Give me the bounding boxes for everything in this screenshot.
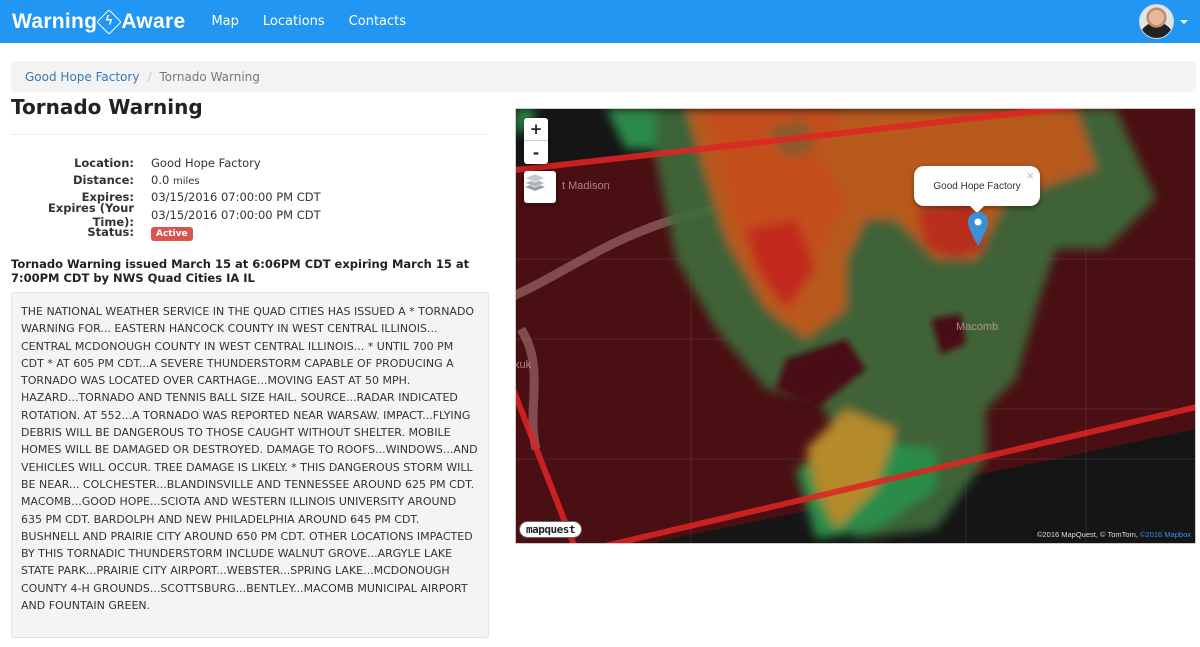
- location-popup: Good Hope Factory ×: [914, 166, 1040, 213]
- map-label-macomb: Macomb: [956, 321, 999, 333]
- status-label: Status:: [87, 225, 134, 240]
- nav-contacts[interactable]: Contacts: [349, 14, 406, 29]
- caret-down-icon[interactable]: [1180, 19, 1188, 24]
- map-label-keokuk: kuk: [515, 359, 532, 371]
- detail-distance: Distance: 0.0 miles: [11, 171, 481, 188]
- map-label-fort-madison: t Madison: [562, 180, 610, 192]
- lightning-bolt-icon: ϟ: [96, 8, 123, 35]
- detail-expires-local: Expires (Your Time): 03/15/2016 07:00:00…: [11, 201, 481, 229]
- breadcrumb-current: Tornado Warning: [159, 69, 260, 84]
- detail-location: Location: Good Hope Factory: [11, 154, 481, 171]
- page-title: Tornado Warning: [11, 95, 203, 119]
- brand-logo[interactable]: Warning ϟ Aware: [12, 8, 186, 35]
- brand-text-aware: Aware: [121, 9, 186, 33]
- avatar[interactable]: [1139, 4, 1174, 39]
- user-menu[interactable]: [1139, 4, 1188, 39]
- distance-number: 0.0: [151, 173, 170, 188]
- mapquest-logo[interactable]: mapquest: [519, 521, 582, 538]
- alert-details: Location: Good Hope Factory Distance: 0.…: [11, 154, 481, 242]
- zoom-in-button[interactable]: +: [524, 118, 548, 141]
- location-value: Good Hope Factory: [151, 155, 261, 170]
- breadcrumb-separator: /: [147, 69, 152, 84]
- popup-close-button[interactable]: ×: [1026, 168, 1034, 183]
- detail-status: Status: Active: [11, 224, 481, 242]
- brand-text-warning: Warning: [12, 9, 98, 33]
- breadcrumb: Good Hope Factory / Tornado Warning: [11, 61, 1196, 92]
- alert-headline: Tornado Warning issued March 15 at 6:06P…: [11, 257, 470, 285]
- expires-local-value: 03/15/2016 07:00:00 PM CDT: [151, 207, 321, 222]
- alert-body: THE NATIONAL WEATHER SERVICE IN THE QUAD…: [11, 292, 489, 638]
- radar-map[interactable]: t Madison Macomb kuk + - Good Hope Facto…: [515, 108, 1196, 544]
- radar-layer: [516, 109, 1195, 543]
- status-badge: Active: [151, 227, 193, 242]
- expires-value: 03/15/2016 07:00:00 PM CDT: [151, 190, 321, 205]
- nav-locations[interactable]: Locations: [263, 14, 325, 29]
- distance-value: 0.0 miles: [151, 173, 200, 187]
- popup-text: Good Hope Factory: [933, 180, 1021, 192]
- distance-unit: miles: [172, 176, 200, 188]
- status-value: Active: [151, 225, 193, 242]
- attribution-text: ©2016 MapQuest, © TomTom,: [1036, 530, 1141, 539]
- layers-button[interactable]: [524, 171, 556, 203]
- map-attribution: ©2016 MapQuest, © TomTom, ©2016 Mapbox: [1037, 530, 1191, 539]
- attribution-mapbox-link[interactable]: ©2016 Mapbox: [1140, 530, 1191, 539]
- top-navbar: Warning ϟ Aware Map Locations Contacts: [0, 0, 1200, 43]
- zoom-control: + -: [524, 118, 548, 164]
- layers-icon: [524, 173, 546, 191]
- map-pin-icon: [968, 212, 988, 246]
- distance-label: Distance:: [73, 173, 134, 188]
- location-label: Location:: [74, 155, 134, 170]
- nav-map[interactable]: Map: [211, 14, 238, 29]
- zoom-out-button[interactable]: -: [524, 141, 548, 164]
- divider: [11, 134, 488, 135]
- breadcrumb-parent-link[interactable]: Good Hope Factory: [25, 70, 139, 84]
